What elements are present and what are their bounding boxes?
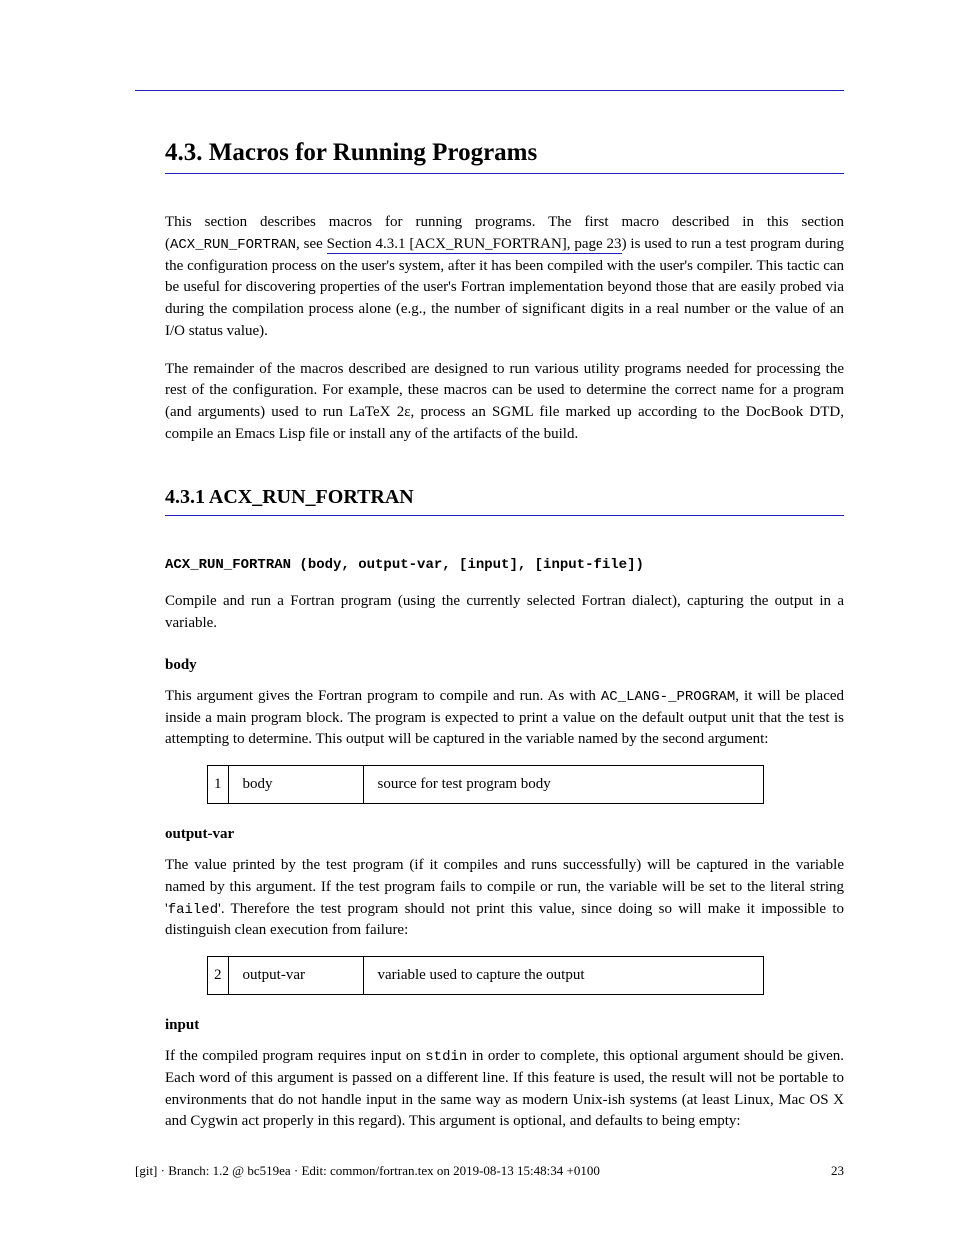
param-name-output: output-var	[165, 826, 844, 843]
macro-desc: Compile and run a Fortran program (using…	[165, 591, 844, 635]
header-rule	[135, 90, 844, 91]
table-arg: output-var	[228, 957, 363, 995]
footer-page-number: 23	[831, 1163, 844, 1179]
intro-para-2: The remainder of the macros described ar…	[165, 359, 844, 446]
macro-signature: ACX_RUN_FORTRAN (body, output-var, [inpu…	[165, 554, 844, 635]
page-footer: [git] · Branch: 1.2 @ bc519ea · Edit: co…	[135, 1163, 844, 1179]
table-def: source for test program body	[363, 766, 763, 804]
intro-text-2: , see	[296, 236, 327, 252]
user-compiler-text: user's compiler	[659, 258, 749, 274]
table-row-num: 1	[208, 766, 229, 804]
xref-link[interactable]: Section 4.3.1 [ACX_RUN_FORTRAN], page 23	[327, 236, 622, 254]
section-rule	[165, 173, 844, 174]
table-arg: body	[228, 766, 363, 804]
param-input: input If the compiled program requires i…	[165, 1017, 844, 1133]
param-table-body: 1 body source for test program body	[207, 765, 764, 804]
table-def: variable used to capture the output	[363, 957, 763, 995]
param-desc-body: This argument gives the Fortran program …	[165, 686, 844, 751]
intro-code: ACX_RUN_FORTRAN	[170, 237, 296, 253]
param-table-output: 2 output-var variable used to capture th…	[207, 956, 764, 995]
table-row-num: 2	[208, 957, 229, 995]
param-desc-input: If the compiled program requires input o…	[165, 1046, 844, 1133]
subsection-heading: 4.3.1 ACX_RUN_FORTRAN	[165, 486, 844, 509]
param-desc-output: The value printed by the test program (i…	[165, 855, 844, 942]
section-intro: This section describes macros for runnin…	[165, 212, 844, 446]
param-name-input: input	[165, 1017, 844, 1034]
param-output-var: output-var The value printed by the test…	[165, 826, 844, 995]
subsection-rule	[165, 515, 844, 516]
param-name-body: body	[165, 657, 844, 674]
footer-left: [git] · Branch: 1.2 @ bc519ea · Edit: co…	[135, 1163, 600, 1179]
param-body: body This argument gives the Fortran pro…	[165, 657, 844, 804]
section-heading: 4.3. Macros for Running Programs	[165, 139, 844, 167]
